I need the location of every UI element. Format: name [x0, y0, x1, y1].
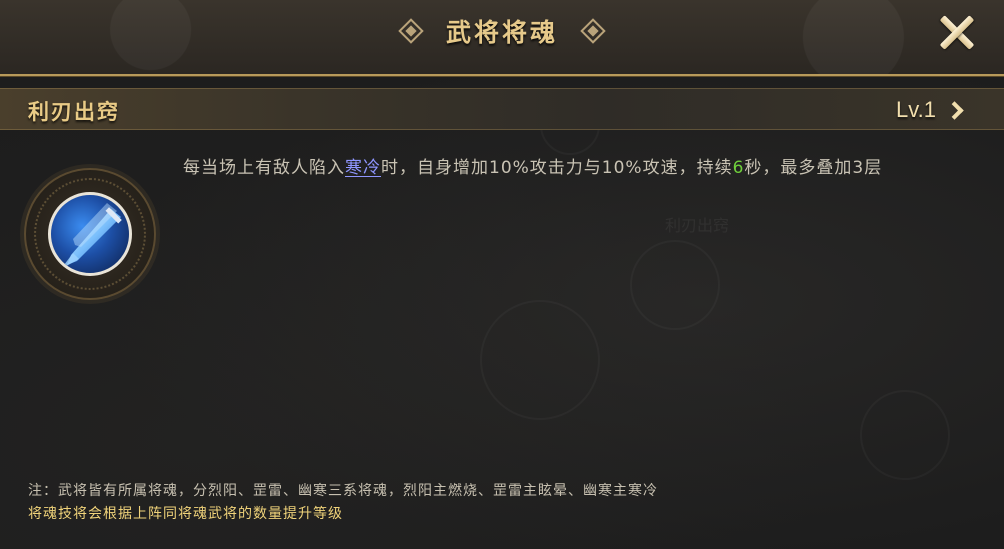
skill-icon-frame [24, 168, 156, 300]
description-text: 时，自身增加10%攻击力与10%攻速，持续 [381, 158, 733, 178]
page-title: 武将将魂 [445, 18, 558, 47]
duration-value: 6 [732, 158, 745, 178]
skill-description: 每当场上有敌人陷入寒冷时，自身增加10%攻击力与10%攻速，持续6秒，最多叠加3… [183, 154, 973, 182]
header-bar: 武将将魂 [0, 0, 1004, 76]
background-decoration [630, 240, 720, 330]
general-soul-panel: 利刃出窍 武将将魂 利刃出窍 Lv.1 每当场上有敌人陷入寒冷时，自身增加10%… [0, 0, 1004, 549]
level-button[interactable]: Lv.1 [896, 93, 986, 127]
close-icon[interactable] [934, 10, 980, 54]
sword-skill-icon [48, 192, 132, 276]
note-soul-level-rule: 将魂技将会根据上阵同将魂武将的数量提升等级 [28, 506, 343, 522]
skill-name: 利刃出窍 [28, 99, 120, 124]
diamond-ornament-icon [580, 18, 606, 44]
diamond-ornament-icon [398, 18, 424, 44]
keyword-cold-link[interactable]: 寒冷 [345, 158, 381, 178]
description-text: 秒，最多叠加3层 [744, 158, 883, 178]
chevron-right-icon [945, 100, 964, 120]
background-decoration [860, 390, 950, 480]
skill-level: Lv.1 [896, 97, 936, 122]
note-general-soul-types: 注：武将皆有所属将魂，分烈阳、罡雷、幽寒三系将魂，烈阳主燃烧、罡雷主眩晕、幽寒主… [28, 483, 658, 499]
background-ghost-text: 利刃出窍 [665, 216, 730, 235]
skill-header-bar: 利刃出窍 Lv.1 [0, 88, 1004, 130]
background-decoration [480, 300, 600, 420]
title-group: 武将将魂 [0, 0, 1004, 62]
description-text: 每当场上有敌人陷入 [183, 158, 345, 178]
